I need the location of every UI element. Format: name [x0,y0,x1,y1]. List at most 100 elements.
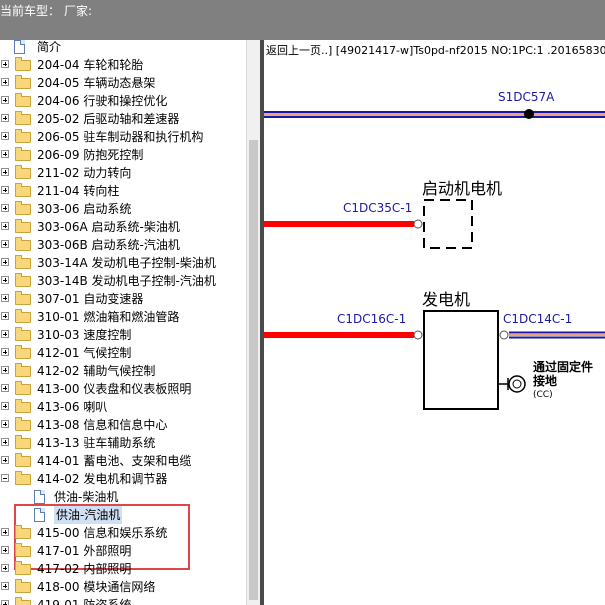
tree-item-label: 204-06 行驶和操控优化 [37,94,168,108]
starter-motor-box[interactable] [423,199,473,249]
tree-item-label: 303-06B 启动系统-汽油机 [37,238,180,252]
tree-item-label: 417-01 外部照明 [37,544,132,558]
expand-plus-icon[interactable] [1,420,9,428]
ground-label-line1: 通过固定件 [533,359,593,374]
tree-item-303-06[interactable]: 303-06 启动系统 [0,200,246,218]
ground-label-line2: 接地 [533,373,557,388]
generator-box[interactable] [423,310,499,410]
folder-icon [15,525,31,539]
expand-plus-icon[interactable] [1,60,9,68]
expand-plus-icon[interactable] [1,186,9,194]
tree-item-211-02[interactable]: 211-02 动力转向 [0,164,246,182]
tree-item-label: 419-01 防盗系统 [37,598,132,605]
tree-child-2[interactable]: 供油-汽油机 [0,506,246,524]
folder-icon [15,147,31,161]
expand-plus-icon[interactable] [1,276,9,284]
expand-plus-icon[interactable] [1,258,9,266]
tree-scrollbar[interactable] [246,40,260,605]
folder-icon [15,363,31,377]
document-icon [34,508,45,522]
tree-item-label: 412-01 气候控制 [37,346,132,360]
expand-plus-icon[interactable] [1,600,9,605]
folder-icon [15,471,31,485]
tree-item-label: 206-05 驻车制动器和执行机构 [37,130,204,144]
tree-item-211-04[interactable]: 211-04 转向柱 [0,182,246,200]
splice-dot[interactable] [524,109,534,119]
scroll-thumb[interactable] [249,140,258,600]
tree-item-310-01[interactable]: 310-01 燃油箱和燃油管路 [0,308,246,326]
tree-item-414-02[interactable]: 414-02 发电机和调节器 [0,470,246,488]
tree-item-206-09[interactable]: 206-09 防抱死控制 [0,146,246,164]
tree-item-413-00[interactable]: 413-00 仪表盘和仪表板照明 [0,380,246,398]
tree-item-307-01[interactable]: 307-01 自动变速器 [0,290,246,308]
tree-item-303-14b[interactable]: 303-14B 发动机电子控制-汽油机 [0,272,246,290]
tree-child-1[interactable]: 供油-柴油机 [0,488,246,506]
tree-item-419-01[interactable]: 419-01 防盗系统 [0,596,246,605]
folder-icon [15,327,31,341]
tree-item-204-05[interactable]: 204-05 车辆动态悬架 [0,74,246,92]
tree-item-414-01[interactable]: 414-01 蓄电池、支架和电缆 [0,452,246,470]
expand-plus-icon[interactable] [1,348,9,356]
expand-plus-icon[interactable] [1,330,9,338]
generator-title: 发电机 [422,290,470,309]
folder-icon [15,255,31,269]
tree-item-418-00[interactable]: 418-00 模块通信网络 [0,578,246,596]
tree-item-413-08[interactable]: 413-08 信息和信息中心 [0,416,246,434]
expand-plus-icon[interactable] [1,564,9,572]
starter-title: 启动机电机 [422,179,502,198]
expand-plus-icon[interactable] [1,528,9,536]
tree-item-label: 417-02 内部照明 [37,562,132,576]
expand-plus-icon[interactable] [1,222,9,230]
tree-item-303-06b[interactable]: 303-06B 启动系统-汽油机 [0,236,246,254]
collapse-minus-icon[interactable] [1,474,9,482]
expand-plus-icon[interactable] [1,132,9,140]
expand-plus-icon[interactable] [1,546,9,554]
expand-plus-icon[interactable] [1,312,9,320]
tree-item-206-05[interactable]: 206-05 驻车制动器和执行机构 [0,128,246,146]
tree-item-label: 303-14B 发动机电子控制-汽油机 [37,274,216,288]
tree-item-310-03[interactable]: 310-03 速度控制 [0,326,246,344]
tree-item-label: 211-02 动力转向 [37,166,132,180]
expand-plus-icon[interactable] [1,294,9,302]
tree-item-417-01[interactable]: 417-01 外部照明 [0,542,246,560]
generator-pin-out[interactable] [499,330,509,340]
tree-item-205-02[interactable]: 205-02 后驱动轴和差速器 [0,110,246,128]
expand-plus-icon[interactable] [1,240,9,248]
expand-plus-icon[interactable] [1,456,9,464]
expand-plus-icon[interactable] [1,204,9,212]
expand-plus-icon[interactable] [1,114,9,122]
expand-plus-icon[interactable] [1,366,9,374]
tree-item-412-02[interactable]: 412-02 辅助气候控制 [0,362,246,380]
tree-item-303-06a[interactable]: 303-06A 启动系统-柴油机 [0,218,246,236]
expand-plus-icon[interactable] [1,402,9,410]
starter-pin[interactable] [413,219,423,229]
header-text: 当前车型： 厂家: [0,2,92,19]
expand-plus-icon[interactable] [1,384,9,392]
tree-item-intro[interactable]: 简介 [0,40,246,56]
tree-item-417-02[interactable]: 417-02 内部照明 [0,560,246,578]
folder-icon [15,273,31,287]
tree-item-303-14a[interactable]: 303-14A 发动机电子控制-柴油机 [0,254,246,272]
expand-plus-icon[interactable] [1,438,9,446]
expand-plus-icon[interactable] [1,168,9,176]
generator-pin-in[interactable] [413,330,423,340]
tree-item-412-01[interactable]: 412-01 气候控制 [0,344,246,362]
diagram-viewer: 返回上一页..] [49021417-w]Ts0pd-nf2015 NO:1PC… [264,40,605,605]
expand-plus-icon[interactable] [1,582,9,590]
folder-icon [15,435,31,449]
expand-plus-icon[interactable] [1,78,9,86]
folder-icon [15,93,31,107]
expand-plus-icon[interactable] [1,96,9,104]
tree-item-413-06[interactable]: 413-06 喇叭 [0,398,246,416]
tree-item-415-00[interactable]: 415-00 信息和娱乐系统 [0,524,246,542]
tree-item-413-13[interactable]: 413-13 驻车辅助系统 [0,434,246,452]
expand-plus-icon[interactable] [1,150,9,158]
generator-out-label: C1DC14C-1 [503,312,572,326]
folder-icon [15,417,31,431]
tree-item-label: 310-01 燃油箱和燃油管路 [37,310,180,324]
starter-connector-label: C1DC35C-1 [343,201,412,215]
tree-item-204-06[interactable]: 204-06 行驶和操控优化 [0,92,246,110]
tree-item-204-04[interactable]: 204-04 车轮和轮胎 [0,56,246,74]
folder-icon [15,237,31,251]
folder-icon [15,219,31,233]
